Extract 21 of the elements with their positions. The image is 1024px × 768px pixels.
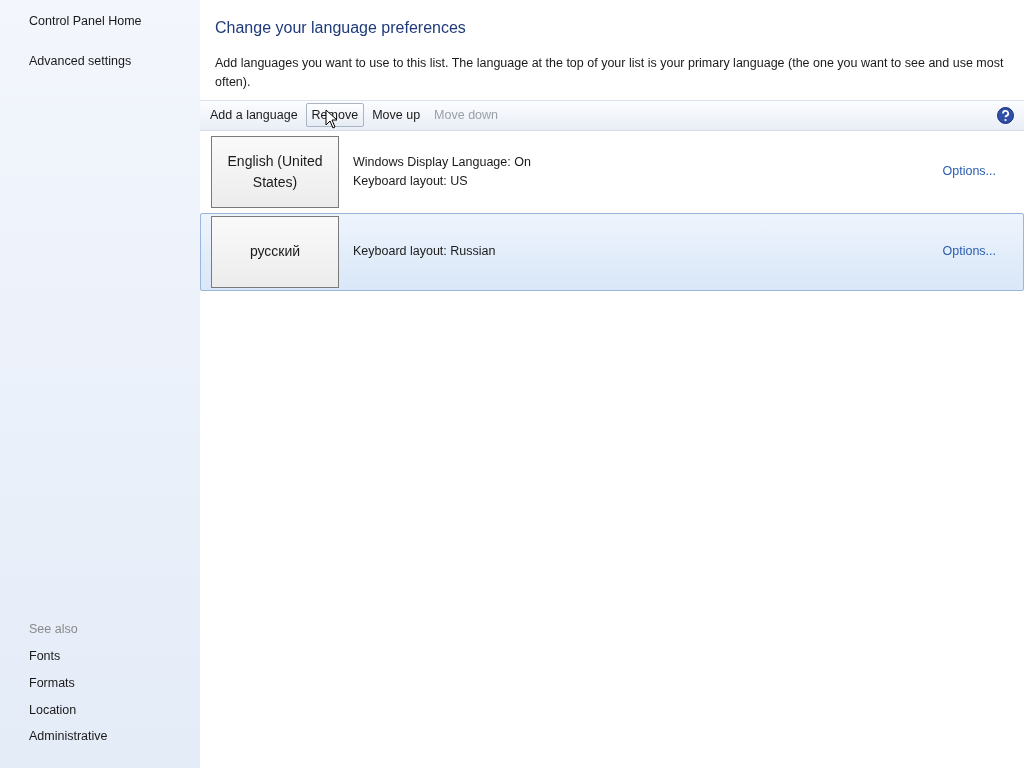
toolbar-button[interactable]: Move up bbox=[366, 102, 427, 128]
language-tile: русский bbox=[211, 215, 339, 288]
page-title: Change your language preferences bbox=[215, 18, 467, 38]
language-detail: Keyboard layout: US bbox=[353, 172, 469, 190]
options-link[interactable]: Options... bbox=[942, 242, 996, 261]
see-also-link[interactable]: Administrative bbox=[29, 727, 200, 746]
sidebar-link[interactable]: Control Panel Home bbox=[29, 12, 200, 31]
language-tile: English (United States) bbox=[211, 135, 339, 208]
description-text: Add languages you want to use to this list. The language at the top of your list is your primary language (the one you want to see and use most often). bbox=[215, 55, 1005, 91]
see-also-link[interactable]: Fonts bbox=[29, 647, 200, 666]
language-detail: Keyboard layout: Russian bbox=[353, 243, 497, 261]
see-also-link[interactable]: Location bbox=[29, 700, 200, 720]
language-row[interactable]: русский Keyboard layout: Russian Options... bbox=[200, 212, 1024, 291]
language-row[interactable]: English (United States) Windows Display Language: On Keyboard layout: US Options... bbox=[210, 134, 1024, 209]
sidebar-link[interactable]: Advanced settings bbox=[29, 51, 200, 71]
see-also-link[interactable]: Formats bbox=[29, 673, 200, 693]
see-also-heading: See also bbox=[29, 621, 79, 639]
help-icon[interactable] bbox=[997, 106, 1014, 124]
toolbar-button[interactable]: Add a language bbox=[204, 102, 304, 128]
language-detail: Windows Display Language: On bbox=[353, 153, 532, 171]
options-link[interactable]: Options... bbox=[942, 162, 996, 181]
